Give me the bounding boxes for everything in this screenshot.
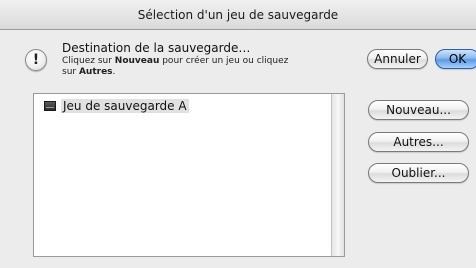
instruction-text: sur xyxy=(62,67,79,77)
forget-button[interactable]: Oublier... xyxy=(368,163,469,183)
dialog-heading: Destination de la sauvegarde… xyxy=(62,41,251,55)
instruction-text: . xyxy=(112,67,116,77)
instruction-text: pour créer un jeu ou cliquez xyxy=(159,56,289,66)
instruction-line-2: sur Autres. xyxy=(62,67,115,77)
instruction-keyword-other: Autres xyxy=(78,67,113,77)
caution-icon: ! xyxy=(25,49,47,71)
cancel-button[interactable]: Annuler xyxy=(367,49,428,69)
instruction-keyword-new: Nouveau xyxy=(114,56,160,66)
list-item[interactable]: Jeu de sauvegarde A xyxy=(44,98,189,114)
instruction-text: Cliquez sur xyxy=(62,56,115,66)
backup-set-list[interactable]: Jeu de sauvegarde A xyxy=(33,93,345,257)
instruction-line-1: Cliquez sur Nouveau pour créer un jeu ou… xyxy=(62,56,288,66)
backup-set-icon xyxy=(44,101,56,111)
title-bar[interactable]: Sélection d'un jeu de sauvegarde xyxy=(0,0,476,30)
other-button[interactable]: Autres... xyxy=(368,132,469,152)
dialog-window: Sélection d'un jeu de sauvegarde ! Desti… xyxy=(0,0,476,268)
dialog-title: Sélection d'un jeu de sauvegarde xyxy=(137,8,339,22)
list-item-label: Jeu de sauvegarde A xyxy=(61,99,189,113)
list-scrollbar[interactable] xyxy=(331,94,344,256)
caution-glyph: ! xyxy=(32,51,40,68)
ok-button[interactable]: OK xyxy=(435,49,476,69)
new-button[interactable]: Nouveau... xyxy=(368,100,469,120)
